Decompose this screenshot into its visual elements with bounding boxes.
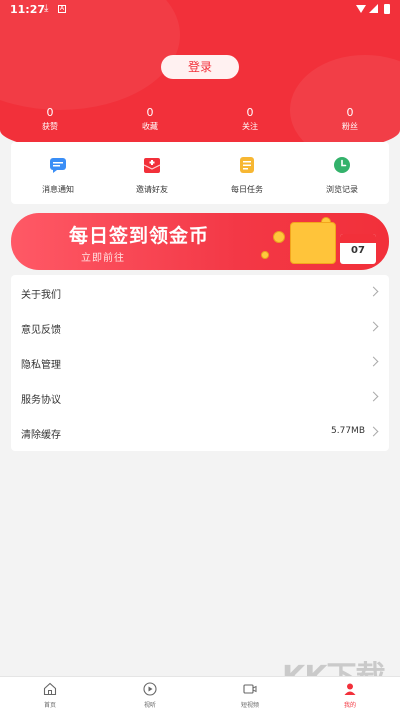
banner-subtitle: 立即前往 (81, 253, 125, 264)
message-icon (50, 158, 66, 173)
daily-checkin-banner[interactable]: 每日签到领金币 立即前往 07 (11, 213, 389, 270)
battery-icon (384, 4, 390, 14)
menu-item-label: 关于我们 (21, 290, 61, 301)
stat-label: 获赞 (42, 122, 58, 131)
menu-item-label: 服务协议 (21, 395, 61, 406)
stat-value: 0 (46, 106, 54, 119)
menu-item-privacy[interactable]: 隐私管理 (11, 345, 389, 380)
quick-action-invite[interactable]: 邀请好友 (105, 142, 199, 204)
signal-icon (369, 4, 378, 13)
quick-action-label: 邀请好友 (136, 185, 168, 194)
quick-action-label: 消息通知 (42, 185, 74, 194)
notification-icon: A (58, 5, 66, 13)
chevron-right-icon (368, 356, 379, 367)
bottom-nav: 首页 视听 短视频 我的 (0, 676, 400, 711)
stat-likes[interactable]: 0 获赞 (25, 107, 75, 133)
calendar-day: 07 (351, 245, 365, 256)
stat-favorites[interactable]: 0 收藏 (125, 107, 175, 133)
calendar-header (340, 234, 376, 243)
nav-short-video[interactable]: 短视频 (200, 677, 300, 711)
login-button[interactable]: 登录 (161, 55, 239, 79)
quick-action-tasks[interactable]: 每日任务 (200, 142, 294, 204)
banner-title: 每日签到领金币 (69, 225, 210, 247)
coin-icon (261, 251, 269, 259)
profile-icon (344, 683, 356, 695)
download-icon: ⤓ (44, 3, 49, 14)
stat-following[interactable]: 0 关注 (225, 107, 275, 133)
stat-value: 0 (346, 106, 354, 119)
quick-action-label: 每日任务 (231, 185, 263, 194)
chevron-right-icon (368, 391, 379, 402)
wifi-icon (356, 5, 366, 13)
stat-value: 0 (246, 106, 254, 119)
status-bar: 11:27 ⤓ A (0, 0, 400, 20)
menu-item-label: 清除缓存 (21, 430, 61, 441)
chevron-right-icon (368, 321, 379, 332)
nav-label: 我的 (343, 702, 356, 709)
quick-action-label: 浏览记录 (326, 185, 358, 194)
menu-item-about[interactable]: 关于我们 (11, 275, 389, 310)
nav-label: 视听 (143, 702, 156, 709)
chevron-right-icon (368, 286, 379, 297)
quick-actions-card: 消息通知 邀请好友 每日任务 浏览记录 (11, 142, 389, 204)
menu-item-label: 隐私管理 (21, 360, 61, 371)
menu-item-label: 意见反馈 (21, 325, 61, 336)
menu-item-feedback[interactable]: 意见反馈 (11, 310, 389, 345)
cache-size-value: 5.77MB (331, 426, 365, 436)
profile-header (0, 0, 400, 160)
menu-item-terms[interactable]: 服务协议 (11, 380, 389, 415)
status-time: 11:27 (10, 3, 46, 16)
settings-menu: 关于我们 意见反馈 隐私管理 服务协议 清除缓存 5.77MB (11, 275, 389, 451)
coin-icon (273, 231, 285, 243)
stat-label: 收藏 (142, 122, 158, 131)
nav-label: 首页 (43, 702, 56, 709)
task-icon (240, 157, 254, 173)
menu-item-clear-cache[interactable]: 清除缓存 5.77MB (11, 415, 389, 450)
nav-label: 短视频 (240, 702, 259, 709)
quick-action-history[interactable]: 浏览记录 (295, 142, 389, 204)
envelope-icon (143, 158, 161, 173)
quick-action-messages[interactable]: 消息通知 (11, 142, 105, 204)
treasure-box-icon (290, 222, 336, 264)
nav-profile[interactable]: 我的 (300, 677, 400, 711)
chevron-right-icon (368, 426, 379, 437)
play-icon (143, 682, 157, 696)
stat-fans[interactable]: 0 粉丝 (325, 107, 375, 133)
video-icon (243, 684, 257, 694)
home-icon (43, 682, 57, 696)
stat-label: 关注 (242, 122, 258, 131)
nav-home[interactable]: 首页 (0, 677, 100, 711)
nav-audio-video[interactable]: 视听 (100, 677, 200, 711)
calendar-icon: 07 (340, 234, 376, 264)
stat-value: 0 (146, 106, 154, 119)
stat-label: 粉丝 (342, 122, 358, 131)
clock-icon (334, 157, 350, 173)
stats-row: 0 获赞 0 收藏 0 关注 0 粉丝 (0, 107, 400, 135)
